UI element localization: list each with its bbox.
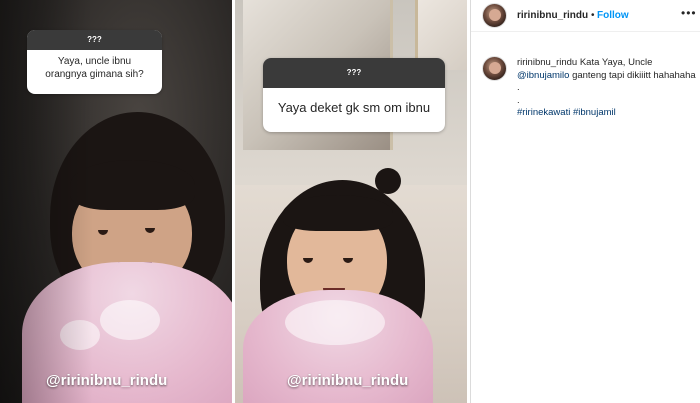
question-sticker-text: Yaya, uncle ibnu orangnya gimana sih? bbox=[45, 56, 144, 80]
hashtag-link[interactable]: #ririnekawati bbox=[517, 107, 570, 118]
dress-lace bbox=[285, 300, 385, 345]
story-screenshot-middle: ??? Yaya deket gk sm om ibnu @ririnibnu_… bbox=[235, 0, 467, 403]
post-header: ririnibnu_rindu • Follow ••• bbox=[471, 0, 700, 32]
more-horizontal-icon[interactable]: ••• bbox=[681, 6, 697, 20]
avatar-face bbox=[489, 62, 501, 74]
caption-hashtags: #ririnekawati #ibnujamil bbox=[517, 107, 697, 120]
instagram-post-panel: ririnibnu_rindu • Follow ••• ririnibnu_r… bbox=[470, 0, 700, 403]
question-sticker-text: Yaya deket gk sm om ibnu bbox=[277, 100, 431, 115]
mention-link[interactable]: @ibnujamilo bbox=[517, 70, 569, 81]
caption-avatar[interactable] bbox=[482, 56, 507, 81]
caption-dot: . bbox=[517, 82, 520, 93]
watermark: @ririnibnu_rindu bbox=[46, 372, 168, 389]
separator-dot: • bbox=[591, 10, 595, 21]
caption-text: ganteng tapi dikiiitt hahahaha bbox=[572, 69, 696, 81]
caption-username[interactable]: ririnibnu_rindu bbox=[517, 57, 577, 68]
question-sticker: ??? Yaya, uncle ibnu orangnya gimana sih… bbox=[27, 30, 162, 94]
avatar[interactable] bbox=[482, 3, 507, 28]
child-bangs bbox=[283, 195, 393, 231]
caption-dot: . bbox=[517, 94, 520, 106]
question-sticker-header: ??? bbox=[263, 58, 445, 88]
hashtag-link[interactable]: #ibnujamil bbox=[573, 107, 616, 118]
post-username[interactable]: ririnibnu_rindu bbox=[517, 10, 588, 21]
post-caption: ririnibnu_rindu Kata Yaya, Uncle @ibnuja… bbox=[517, 57, 697, 120]
question-sticker: ??? Yaya deket gk sm om ibnu bbox=[263, 58, 445, 132]
follow-button[interactable]: Follow bbox=[597, 10, 629, 21]
avatar-face bbox=[489, 9, 501, 21]
caption-text: Kata Yaya, Uncle bbox=[579, 57, 653, 68]
caption-line: @ibnujamilo ganteng tapi dikiiitt hahaha… bbox=[517, 70, 697, 83]
child-hair-bun bbox=[375, 168, 401, 194]
story-screenshot-left: ??? Yaya, uncle ibnu orangnya gimana sih… bbox=[0, 0, 232, 403]
question-sticker-header: ??? bbox=[27, 30, 162, 50]
watermark: @ririnibnu_rindu bbox=[287, 372, 409, 389]
caption-line: ririnibnu_rindu Kata Yaya, Uncle bbox=[517, 57, 697, 70]
